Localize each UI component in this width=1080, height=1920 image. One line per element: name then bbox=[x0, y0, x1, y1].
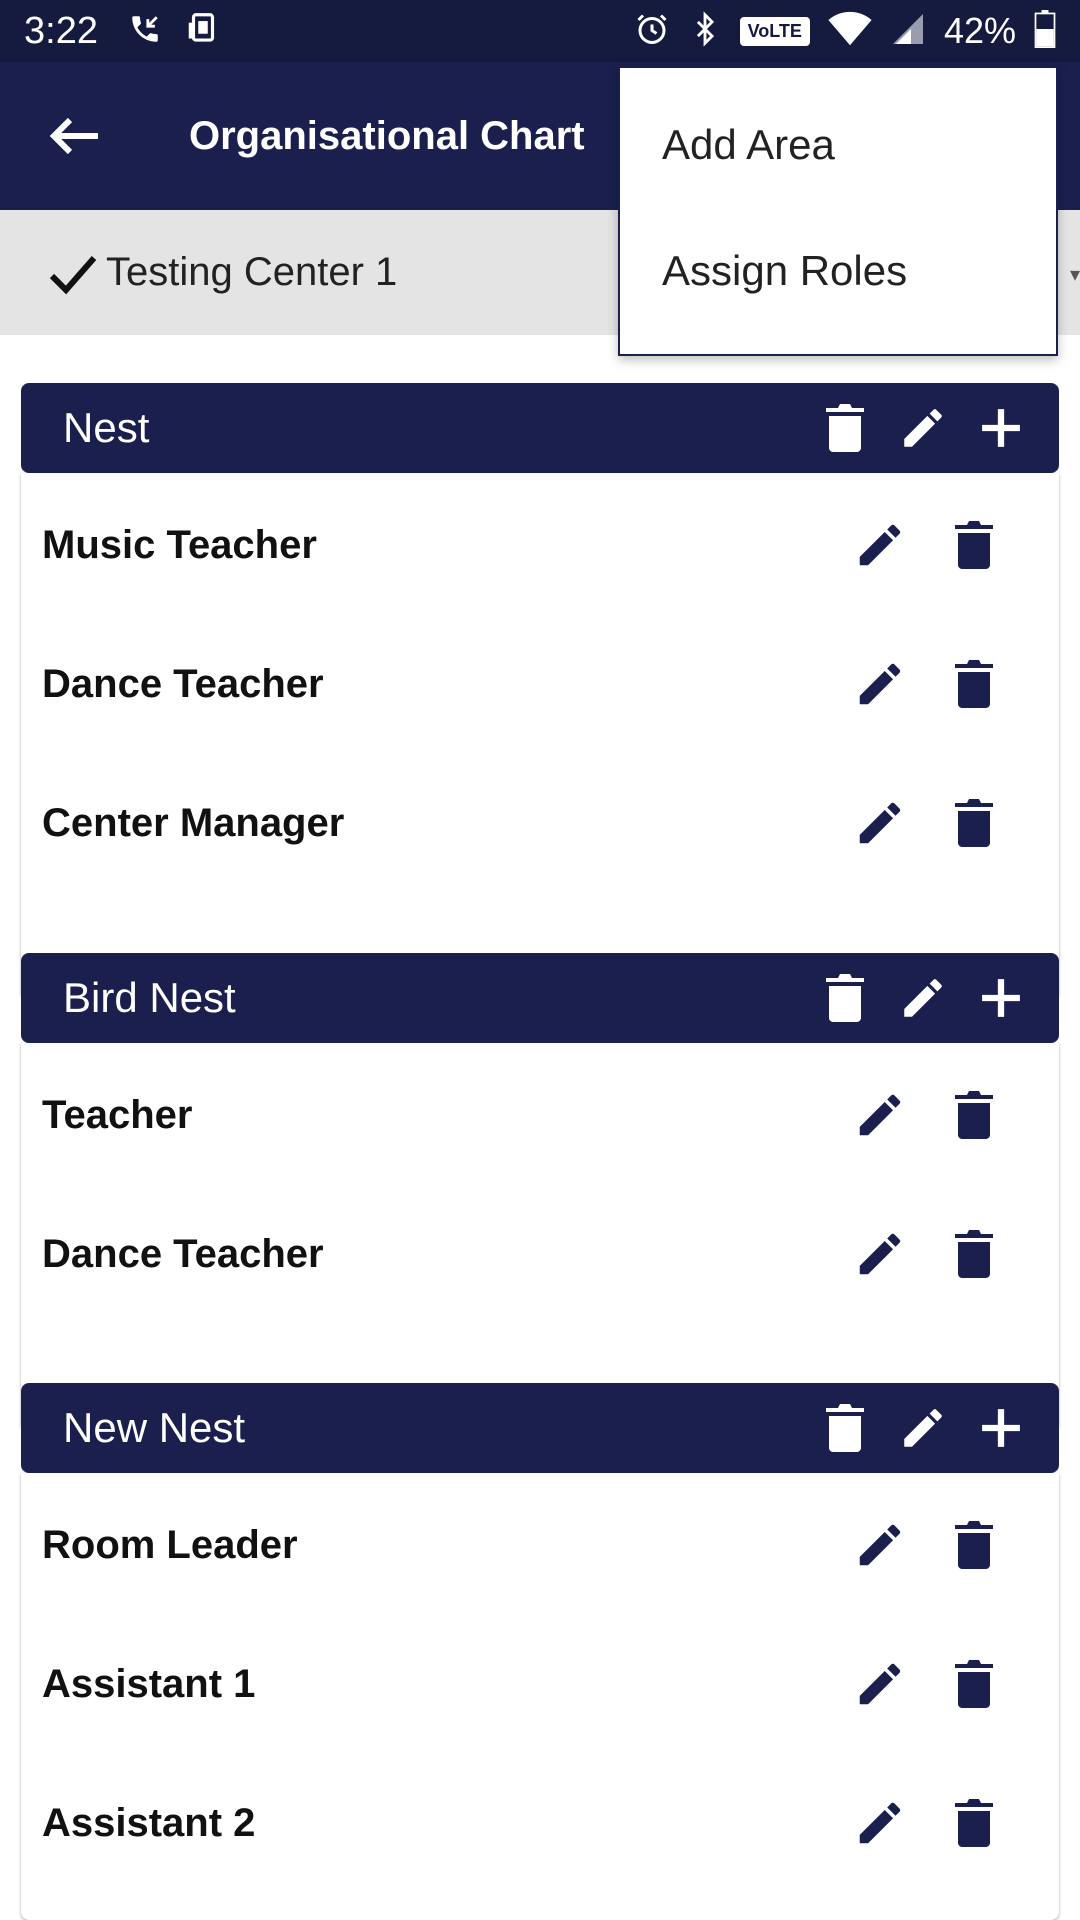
dropdown-arrow-icon: ▾ bbox=[1069, 264, 1080, 286]
edit-role-button[interactable] bbox=[849, 1084, 911, 1146]
trash-icon bbox=[955, 1091, 993, 1139]
edit-role-button[interactable] bbox=[849, 1792, 911, 1854]
overflow-menu: Add Area Assign Roles bbox=[618, 66, 1058, 356]
add-role-button[interactable] bbox=[971, 1398, 1031, 1458]
role-list: Music Teacher Dance Teacher Center Manag… bbox=[21, 473, 1059, 1000]
delete-role-button[interactable] bbox=[943, 1084, 1005, 1146]
role-name: Dance Teacher bbox=[42, 662, 324, 706]
trash-icon bbox=[955, 1230, 993, 1278]
menu-item-assign-roles[interactable]: Assign Roles bbox=[620, 208, 1056, 334]
edit-role-button[interactable] bbox=[849, 1653, 911, 1715]
delete-role-button[interactable] bbox=[943, 653, 1005, 715]
role-row: Teacher bbox=[21, 1046, 1059, 1185]
plus-icon bbox=[982, 979, 1020, 1017]
pencil-icon bbox=[859, 1233, 901, 1275]
trash-icon bbox=[955, 521, 993, 569]
trash-icon bbox=[955, 660, 993, 708]
pencil-icon bbox=[859, 802, 901, 844]
delete-role-button[interactable] bbox=[943, 1653, 1005, 1715]
page-title: Organisational Chart bbox=[189, 114, 585, 158]
role-row: Assistant 1 bbox=[21, 1615, 1059, 1754]
edit-role-button[interactable] bbox=[849, 1514, 911, 1576]
delete-role-button[interactable] bbox=[943, 1792, 1005, 1854]
area-name: Nest bbox=[63, 404, 150, 451]
edit-area-button[interactable] bbox=[893, 398, 953, 458]
pencil-icon bbox=[859, 1094, 901, 1136]
role-list: Room Leader Assistant 1 Assistant 2 bbox=[21, 1473, 1059, 1920]
menu-item-add-area[interactable]: Add Area bbox=[620, 82, 1056, 208]
add-role-button[interactable] bbox=[971, 398, 1031, 458]
area-card: Bird Nest Teacher Dance Teacher bbox=[21, 953, 1059, 1431]
bluetooth-icon bbox=[688, 10, 722, 52]
role-name: Teacher bbox=[42, 1093, 193, 1137]
trash-icon bbox=[826, 404, 864, 452]
delete-role-button[interactable] bbox=[943, 1223, 1005, 1285]
arrow-left-icon bbox=[49, 117, 98, 155]
add-role-button[interactable] bbox=[971, 968, 1031, 1028]
trash-icon bbox=[955, 1521, 993, 1569]
battery-icon bbox=[1034, 9, 1056, 53]
plus-icon bbox=[982, 409, 1020, 447]
back-button[interactable] bbox=[44, 106, 104, 166]
edit-area-button[interactable] bbox=[893, 968, 953, 1028]
role-name: Assistant 1 bbox=[42, 1662, 256, 1706]
trash-icon bbox=[826, 974, 864, 1022]
delete-area-button[interactable] bbox=[815, 398, 875, 458]
role-row: Dance Teacher bbox=[21, 615, 1059, 754]
delete-area-button[interactable] bbox=[815, 1398, 875, 1458]
edit-role-button[interactable] bbox=[849, 1223, 911, 1285]
signal-icon bbox=[890, 11, 926, 52]
role-name: Room Leader bbox=[42, 1523, 298, 1567]
edit-area-button[interactable] bbox=[893, 1398, 953, 1458]
phone-sync-icon bbox=[184, 10, 222, 53]
area-header: New Nest bbox=[21, 1383, 1059, 1473]
pencil-icon bbox=[904, 1409, 942, 1447]
status-time: 3:22 bbox=[24, 9, 98, 52]
pencil-icon bbox=[859, 663, 901, 705]
trash-icon bbox=[955, 1660, 993, 1708]
role-row: Dance Teacher bbox=[21, 1185, 1059, 1324]
trash-icon bbox=[955, 1799, 993, 1847]
area-header: Bird Nest bbox=[21, 953, 1059, 1043]
edit-role-button[interactable] bbox=[849, 514, 911, 576]
area-card: Nest Music Teacher Dance Teacher Center … bbox=[21, 383, 1059, 1000]
battery-percent: 42% bbox=[943, 10, 1016, 51]
status-bar: 3:22 VoLTE 42% bbox=[0, 0, 1080, 62]
delete-role-button[interactable] bbox=[943, 792, 1005, 854]
edit-role-button[interactable] bbox=[849, 792, 911, 854]
role-name: Center Manager bbox=[42, 801, 345, 845]
trash-icon bbox=[826, 1404, 864, 1452]
role-row: Room Leader bbox=[21, 1476, 1059, 1615]
delete-area-button[interactable] bbox=[815, 968, 875, 1028]
check-icon bbox=[48, 252, 98, 301]
area-card: New Nest Room Leader Assistant 1 Assista… bbox=[21, 1383, 1059, 1920]
pencil-icon bbox=[859, 1802, 901, 1844]
trash-icon bbox=[955, 799, 993, 847]
center-name: Testing Center 1 bbox=[106, 250, 398, 294]
role-list: Teacher Dance Teacher bbox=[21, 1043, 1059, 1431]
area-name: Bird Nest bbox=[63, 974, 236, 1021]
role-name: Assistant 2 bbox=[42, 1801, 256, 1845]
missed-call-icon bbox=[128, 12, 162, 51]
area-header: Nest bbox=[21, 383, 1059, 473]
role-name: Dance Teacher bbox=[42, 1232, 324, 1276]
area-name: New Nest bbox=[63, 1404, 246, 1451]
pencil-icon bbox=[859, 1663, 901, 1705]
alarm-icon bbox=[634, 11, 670, 52]
pencil-icon bbox=[859, 524, 901, 566]
delete-role-button[interactable] bbox=[943, 514, 1005, 576]
role-name: Music Teacher bbox=[42, 523, 317, 567]
role-row: Music Teacher bbox=[21, 476, 1059, 615]
pencil-icon bbox=[904, 979, 942, 1017]
pencil-icon bbox=[859, 1524, 901, 1566]
plus-icon bbox=[982, 1409, 1020, 1447]
edit-role-button[interactable] bbox=[849, 653, 911, 715]
wifi-icon bbox=[828, 11, 872, 52]
role-row: Assistant 2 bbox=[21, 1754, 1059, 1893]
role-row: Center Manager bbox=[21, 754, 1059, 893]
pencil-icon bbox=[904, 409, 942, 447]
delete-role-button[interactable] bbox=[943, 1514, 1005, 1576]
volte-icon: VoLTE bbox=[739, 16, 810, 46]
